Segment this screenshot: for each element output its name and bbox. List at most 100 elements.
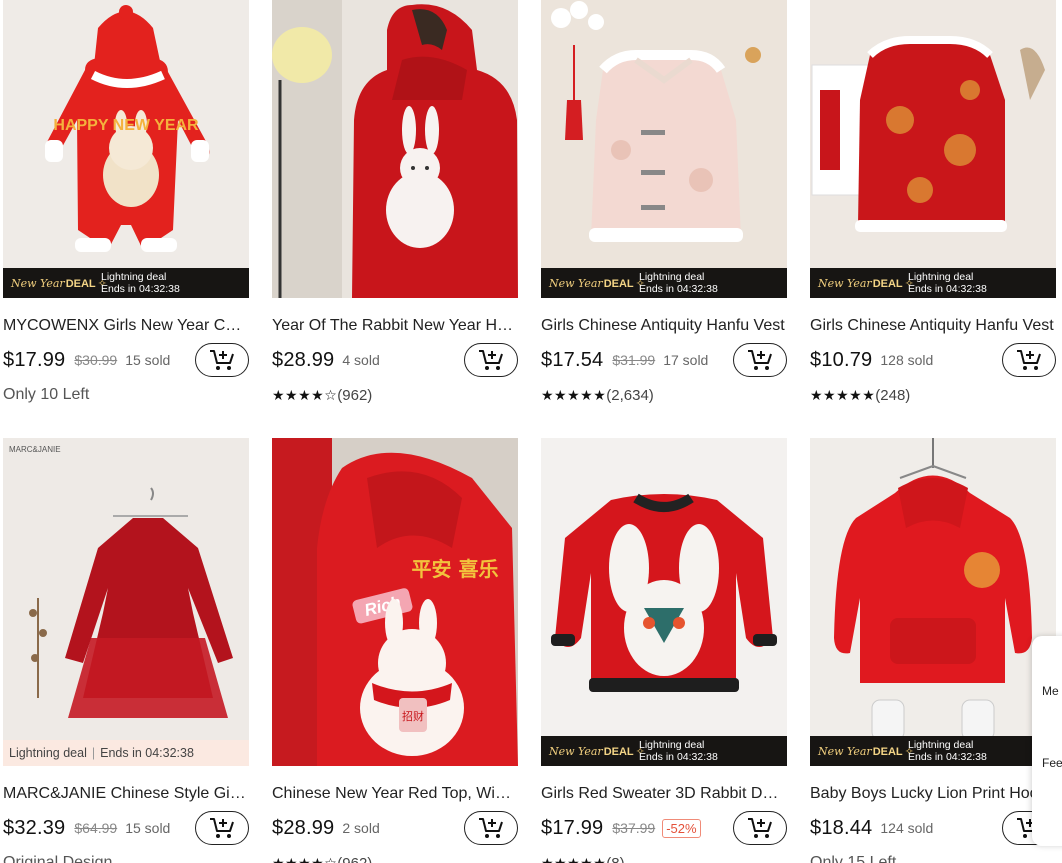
product-price: $18.44: [810, 816, 873, 839]
romper-print-text: HAPPY NEW YEAR: [53, 117, 199, 134]
stock-note: Only 15 Left: [810, 854, 897, 863]
product-image[interactable]: New YearDEAL ✧ Lightning deal Ends in 04:3…: [810, 438, 1056, 766]
product-title[interactable]: Baby Boys Lucky Lion Print Hoodie: [810, 783, 1056, 805]
product-title[interactable]: Girls Red Sweater 3D Rabbit Design: [541, 783, 787, 805]
deal-brand-bold: DEAL: [603, 277, 634, 290]
deal-timer: Ends in 04:32:38: [639, 283, 718, 295]
add-to-cart-button[interactable]: [733, 343, 787, 377]
product-price: $28.99: [272, 816, 335, 839]
new-year-deal-banner: New YearDEAL ✧ Lightning deal Ends in 04:3…: [541, 268, 787, 298]
sold-count: 2 sold: [342, 820, 380, 836]
new-year-deal-banner: New YearDEAL ✧ Lightning deal Ends in 04:3…: [810, 268, 1056, 298]
product-card[interactable]: New YearDEAL ✧ Lightning deal Ends in 04:3…: [810, 438, 1056, 863]
product-title[interactable]: Chinese New Year Red Top, Winter Hoodie: [272, 783, 518, 805]
deal-brand-script: New Year: [549, 276, 603, 290]
product-title[interactable]: Girls Chinese Antiquity Hanfu Vest: [541, 315, 787, 337]
review-count[interactable]: (8): [606, 855, 624, 863]
product-card[interactable]: New YearDEAL ✧ Lightning deal Ends in 04:3…: [810, 0, 1056, 406]
product-card[interactable]: 平安 喜乐 Rich 招财 Chinese New Year Red Top, …: [272, 438, 518, 863]
sold-count: 15 sold: [125, 820, 171, 836]
floater-item-1[interactable]: Me: [1042, 684, 1059, 698]
deal-label: Lightning deal: [908, 271, 974, 283]
sold-count: 128 sold: [880, 352, 934, 368]
cart-plus-icon: [748, 350, 772, 370]
rating-stars: ★★★★★: [541, 387, 607, 403]
review-count[interactable]: (248): [875, 387, 910, 404]
red-vest-illustration: [810, 0, 1056, 298]
deal-label: Lightning deal: [908, 739, 974, 751]
deal-label: Lightning deal: [639, 271, 705, 283]
deal-brand-bold: DEAL: [872, 745, 903, 758]
add-to-cart-button[interactable]: [195, 343, 249, 377]
deal-brand-bold: DEAL: [65, 277, 96, 290]
deal-brand-script: New Year: [549, 744, 603, 758]
rating-stars: ★★★★☆: [272, 387, 338, 403]
add-to-cart-button[interactable]: [464, 343, 518, 377]
product-price: $17.99: [541, 816, 604, 839]
product-card[interactable]: New YearDEAL ✧ Lightning deal Ends in 04:3…: [541, 438, 787, 863]
hoodie-print-chinese: 平安 喜乐: [412, 557, 499, 581]
product-card[interactable]: Year Of The Rabbit New Year Hoodie $28.9…: [272, 0, 518, 406]
sold-count: 4 sold: [342, 352, 380, 368]
lightning-deal-label: Lightning deal: [9, 746, 87, 760]
lion-hoodie-illustration: [810, 438, 1056, 766]
deal-timer: Ends in 04:32:38: [639, 751, 718, 763]
product-note: Original Design: [3, 854, 113, 863]
deal-label: Lightning deal: [639, 739, 705, 751]
original-price: $30.99: [74, 352, 118, 368]
deal-brand-script: New Year: [818, 744, 872, 758]
red-dress-illustration: MARC&JANIE: [3, 438, 249, 766]
product-title[interactable]: MYCOWENX Girls New Year Cotton Romper: [3, 315, 249, 337]
hoodie-back-illustration: [272, 0, 518, 298]
floating-side-panel[interactable]: Me Fee: [1032, 636, 1062, 846]
product-image[interactable]: New YearDEAL ✧ Lightning deal Ends in 04:3…: [541, 0, 787, 298]
review-count[interactable]: (962): [337, 387, 372, 404]
original-price: $31.99: [612, 352, 656, 368]
rich-hoodie-illustration: 平安 喜乐 Rich 招财: [272, 438, 518, 766]
add-to-cart-button[interactable]: [195, 811, 249, 845]
sold-count: 17 sold: [663, 352, 709, 368]
review-count[interactable]: (962): [337, 855, 372, 863]
deal-timer: Ends in 04:32:38: [908, 283, 987, 295]
original-price: $37.99: [612, 820, 656, 836]
product-title[interactable]: Year Of The Rabbit New Year Hoodie: [272, 315, 518, 337]
romper-illustration: HAPPY NEW YEAR: [3, 0, 249, 298]
product-card[interactable]: HAPPY NEW YEAR New YearDEAL ✧ Lightning d…: [3, 0, 249, 406]
pink-vest-illustration: [541, 0, 787, 298]
product-title[interactable]: Girls Chinese Antiquity Hanfu Vest: [810, 315, 1056, 337]
product-image[interactable]: HAPPY NEW YEAR New YearDEAL ✧ Lightning d…: [3, 0, 249, 298]
cart-plus-icon: [210, 818, 234, 838]
deal-brand-bold: DEAL: [603, 745, 634, 758]
deal-label: Lightning deal: [101, 271, 167, 283]
cart-plus-icon: [210, 350, 234, 370]
new-year-deal-banner: New YearDEAL ✧ Lightning deal Ends in 04:3…: [3, 268, 249, 298]
rating-stars: ★★★★★: [810, 387, 876, 403]
original-price: $64.99: [74, 820, 118, 836]
rabbit-sweater-illustration: [541, 438, 787, 766]
rating-stars: ★★★★☆: [272, 855, 338, 863]
stock-note: Only 10 Left: [3, 386, 90, 403]
product-image[interactable]: New YearDEAL ✧ Lightning deal Ends in 04:3…: [810, 0, 1056, 298]
discount-badge: -52%: [662, 818, 701, 838]
review-count[interactable]: (2,634): [606, 387, 654, 404]
add-to-cart-button[interactable]: [464, 811, 518, 845]
add-to-cart-button[interactable]: [1002, 343, 1056, 377]
new-year-deal-banner: New YearDEAL ✧ Lightning deal Ends in 04:3…: [541, 736, 787, 766]
deal-brand-script: New Year: [818, 276, 872, 290]
product-price: $32.39: [3, 816, 66, 839]
product-image[interactable]: [272, 0, 518, 298]
lightning-deal-timer: Ends in 04:32:38: [100, 746, 194, 760]
product-image[interactable]: 平安 喜乐 Rich 招财: [272, 438, 518, 766]
product-image[interactable]: MARC&JANIE Lightning deal | Ends in 04:32:…: [3, 438, 249, 766]
product-image[interactable]: New YearDEAL ✧ Lightning deal Ends in 04:3…: [541, 438, 787, 766]
deal-timer: Ends in 04:32:38: [101, 283, 180, 295]
lightning-deal-strip: Lightning deal | Ends in 04:32:38: [3, 740, 249, 766]
brand-tag: MARC&JANIE: [9, 445, 61, 454]
product-price: $17.54: [541, 348, 604, 371]
product-card[interactable]: MARC&JANIE Lightning deal | Ends in 04:32:…: [3, 438, 249, 863]
rating-stars: ★★★★★: [541, 855, 607, 863]
product-card[interactable]: New YearDEAL ✧ Lightning deal Ends in 04:3…: [541, 0, 787, 406]
product-title[interactable]: MARC&JANIE Chinese Style Girls Dress: [3, 783, 249, 805]
add-to-cart-button[interactable]: [733, 811, 787, 845]
floater-item-2[interactable]: Fee: [1042, 756, 1062, 770]
